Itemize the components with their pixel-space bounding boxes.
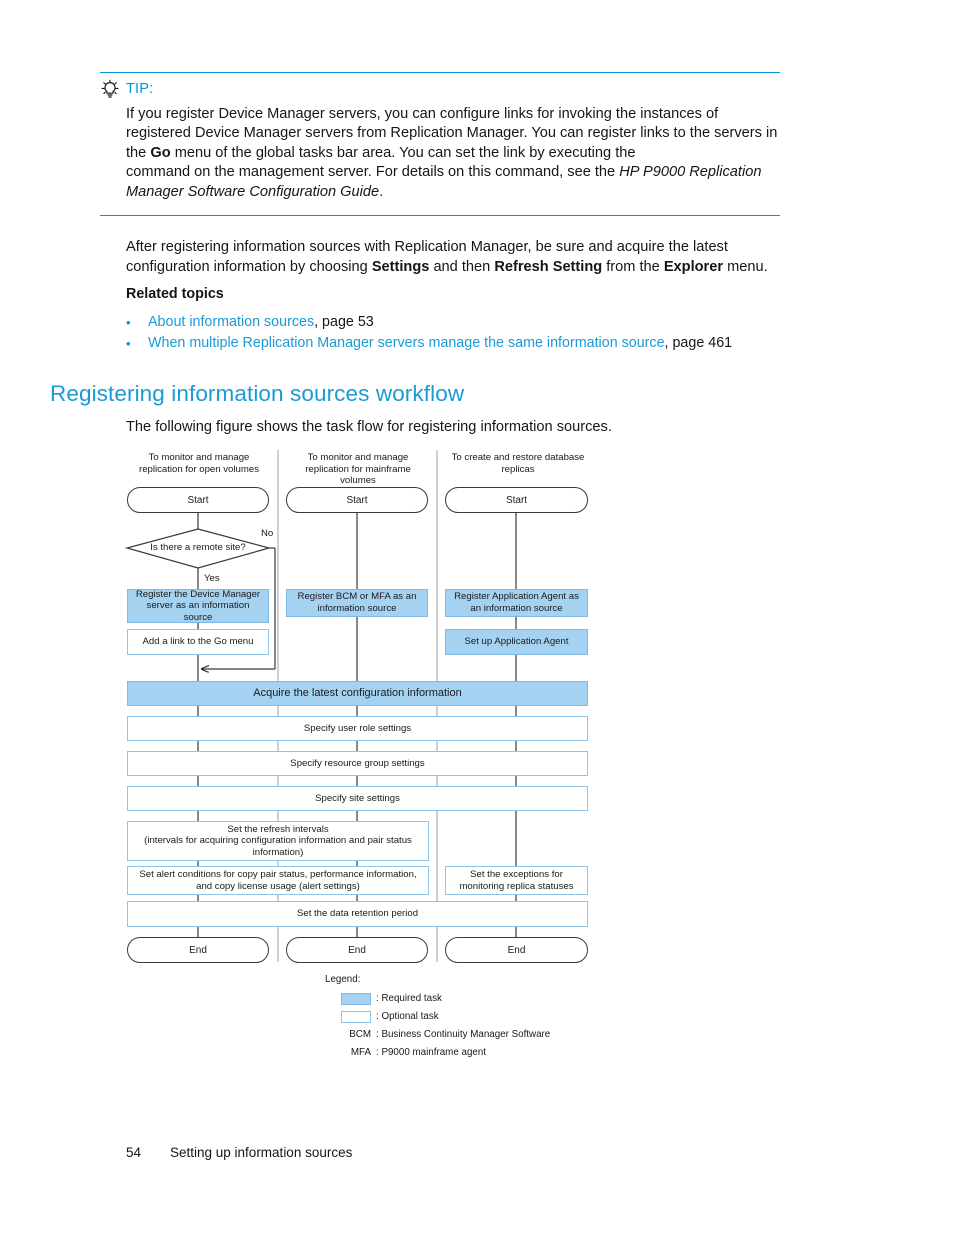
bold-explorer: Explorer [663, 258, 724, 275]
page-title: Registering information sources workflow [50, 381, 465, 406]
footer-section-title: Setting up information sources [170, 1145, 353, 1160]
tip-bold-go: Go [150, 144, 171, 161]
legend-text-optional: : Optional task [376, 1011, 439, 1022]
legend-row-required: : Required task [325, 990, 550, 1007]
task-register-device-manager: Register the Device Manager server as an… [127, 589, 269, 623]
legend-swatch-optional-icon [341, 1010, 371, 1023]
legend-swatch-required-icon [341, 992, 371, 1005]
after-registering-paragraph: After registering information sources wi… [126, 238, 786, 277]
legend-key-bcm: BCM [349, 1029, 371, 1040]
end-node-column-3: End [445, 937, 588, 963]
tip-body: If you register Device Manager servers, … [126, 105, 780, 202]
diagram-legend: Legend: : Required task : Optional task … [325, 974, 550, 1062]
column-header-open-volumes: To monitor and manage replication for op… [139, 452, 259, 475]
end-node-column-2: End [286, 937, 428, 963]
task-set-exceptions-replica-statuses: Set the exceptions for monitoring replic… [445, 866, 588, 895]
after-line-1: After registering information sources wi… [126, 239, 728, 255]
tip-line-3a: menu of the global tasks bar area. You c… [174, 144, 636, 161]
legend-text-mfa: : P9000 mainframe agent [376, 1047, 487, 1058]
legend-text-required: : Required task [376, 993, 442, 1004]
link-multiple-servers-same-source[interactable]: When multiple Replication Manager server… [148, 335, 665, 351]
tip-line-5-end: . [379, 183, 384, 200]
after-line-2a: configuration information by choosing [126, 258, 372, 275]
task-set-data-retention-period: Set the data retention period [127, 901, 588, 927]
task-add-link-go-menu: Add a link to the Go menu [127, 629, 269, 655]
tip-callout: TIP: If you register Device Manager serv… [100, 72, 780, 202]
tip-bottom-rule [100, 215, 780, 216]
tip-top-rule [100, 72, 780, 73]
bullet-icon: • [126, 336, 131, 351]
bullet-suffix-1: , page 461 [664, 335, 733, 351]
branch-label-no: No [261, 528, 274, 539]
after-line-2d: menu. [723, 258, 768, 275]
tip-line-3b: command on [126, 164, 211, 181]
legend-text-bcm: : Business Continuity Manager Software [376, 1029, 551, 1040]
page-footer: 54 Setting up information sources [126, 1145, 352, 1160]
task-set-refresh-intervals: Set the refresh intervals (intervals for… [127, 821, 429, 861]
task-register-bcm-mfa: Register BCM or MFA as an information so… [286, 589, 428, 617]
legend-row-bcm: BCM : Business Continuity Manager Softwa… [325, 1026, 550, 1043]
task-specify-site-settings: Specify site settings [127, 786, 588, 811]
task-acquire-latest-configuration: Acquire the latest configuration informa… [127, 681, 588, 706]
related-topics-list: • About information sources, page 53 • W… [126, 312, 826, 354]
list-item[interactable]: • When multiple Replication Manager serv… [126, 333, 826, 354]
bullet-icon: • [126, 315, 131, 330]
task-specify-user-role-settings: Specify user role settings [127, 716, 588, 741]
bullet-suffix-0: , page 53 [314, 314, 374, 330]
footer-page-number: 54 [126, 1145, 142, 1160]
task-specify-resource-group-settings: Specify resource group settings [127, 751, 588, 776]
task-register-application-agent: Register Application Agent as an informa… [445, 589, 588, 617]
legend-key-mfa: MFA [350, 1047, 371, 1058]
legend-title: Legend: [325, 974, 361, 985]
bold-refresh-setting: Refresh Setting [494, 258, 603, 275]
column-header-mainframe-volumes: To monitor and manage replication for ma… [305, 452, 411, 486]
tip-header: TIP: [100, 79, 780, 99]
bold-settings: Settings [371, 258, 430, 275]
tip-label: TIP: [126, 81, 154, 97]
after-line-2c: from the [602, 258, 664, 275]
section-intro: The following figure shows the task flow… [126, 419, 612, 435]
start-node-column-2: Start [286, 487, 428, 513]
tip-guide-title-2: Configuration Guide [249, 183, 380, 200]
end-node-column-1: End [127, 937, 269, 963]
branch-label-yes: Yes [204, 573, 220, 584]
column-header-database-replicas: To create and restore database replicas [451, 452, 585, 475]
task-set-alert-conditions: Set alert conditions for copy pair statu… [127, 866, 429, 895]
lightbulb-icon [100, 79, 120, 99]
tip-line-4a: the management server. For details on th… [214, 164, 620, 181]
list-item[interactable]: • About information sources, page 53 [126, 312, 826, 333]
legend-row-optional: : Optional task [325, 1008, 550, 1025]
decision-label: Is there a remote site? [150, 542, 246, 553]
link-about-information-sources[interactable]: About information sources [148, 314, 314, 330]
legend-row-mfa: MFA : P9000 mainframe agent [325, 1044, 550, 1061]
start-node-column-1: Start [127, 487, 269, 513]
task-set-up-application-agent: Set up Application Agent [445, 629, 588, 655]
related-topics-heading: Related topics [126, 286, 224, 302]
start-node-column-3: Start [445, 487, 588, 513]
after-line-2b: and then [429, 258, 495, 275]
